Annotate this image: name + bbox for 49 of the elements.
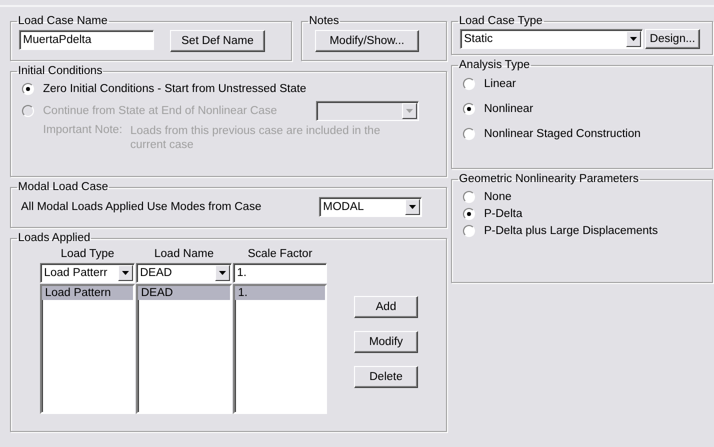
group-title: Load Case Type [458, 15, 544, 27]
list-item[interactable]: DEAD [138, 286, 230, 300]
list-item[interactable]: Load Pattern [42, 286, 133, 300]
set-def-name-button[interactable]: Set Def Name [170, 30, 265, 52]
list-item[interactable]: 1. [235, 286, 325, 300]
action-button[interactable]: Delete [354, 366, 418, 388]
column-header: Load Name [153, 247, 215, 262]
group-title: Modal Load Case [17, 181, 110, 193]
action-button[interactable]: Add [354, 296, 418, 318]
option-label: P-Delta plus Large Displacements [484, 225, 658, 237]
column-header: Load Type [60, 247, 116, 262]
caret-icon [406, 109, 413, 113]
modify-show-button[interactable]: Modify/Show... [315, 30, 419, 52]
load-name-dropdown[interactable]: DEAD [136, 263, 232, 283]
option-label: None [484, 191, 512, 203]
group-title: Initial Conditions [17, 65, 104, 77]
group-title: Notes [308, 15, 340, 27]
option-label: Zero Initial Conditions - Start from Unstressed State [43, 83, 306, 95]
modal-case-label: All Modal Loads Applied Use Modes from Case [21, 201, 262, 213]
radio-button[interactable] [463, 191, 475, 203]
option-label: Nonlinear [484, 103, 534, 115]
option-label: Continue from State at End of Nonlinear Case [43, 105, 277, 117]
radio-button[interactable] [463, 103, 475, 115]
caret-icon [630, 37, 637, 41]
note-label: Important Note: [43, 124, 122, 138]
caret-icon [409, 205, 416, 209]
column-header: Scale Factor [246, 247, 314, 262]
radio-button[interactable] [463, 128, 475, 140]
option-label: P-Delta [484, 208, 522, 220]
group-title: Loads Applied [17, 232, 92, 244]
caret-icon [219, 271, 226, 275]
design-button[interactable]: Design... [645, 29, 700, 49]
radio-button[interactable] [463, 225, 475, 237]
load-type-dropdown[interactable]: Load Patterr [40, 263, 135, 283]
group-title: Load Case Name [17, 15, 108, 27]
modal-case-dropdown[interactable]: MODAL [319, 197, 422, 217]
radio-button[interactable] [22, 83, 34, 95]
note-text: Loads from this previous case are included in the current case [130, 124, 382, 152]
radio-button[interactable] [463, 208, 475, 220]
radio-button[interactable] [463, 78, 475, 90]
scale-factor-input-field[interactable]: 1. [233, 263, 327, 283]
action-button[interactable]: Modify [354, 331, 418, 353]
caret-icon [122, 271, 129, 275]
group-title: Analysis Type [458, 59, 531, 71]
case-type-dropdown[interactable]: Static [460, 29, 643, 49]
group-title: Geometric Nonlinearity Parameters [458, 173, 640, 185]
name-input-field[interactable]: MuertaPdelta [19, 30, 154, 50]
option-label: Nonlinear Staged Construction [484, 128, 641, 140]
option-label: Linear [484, 78, 516, 90]
